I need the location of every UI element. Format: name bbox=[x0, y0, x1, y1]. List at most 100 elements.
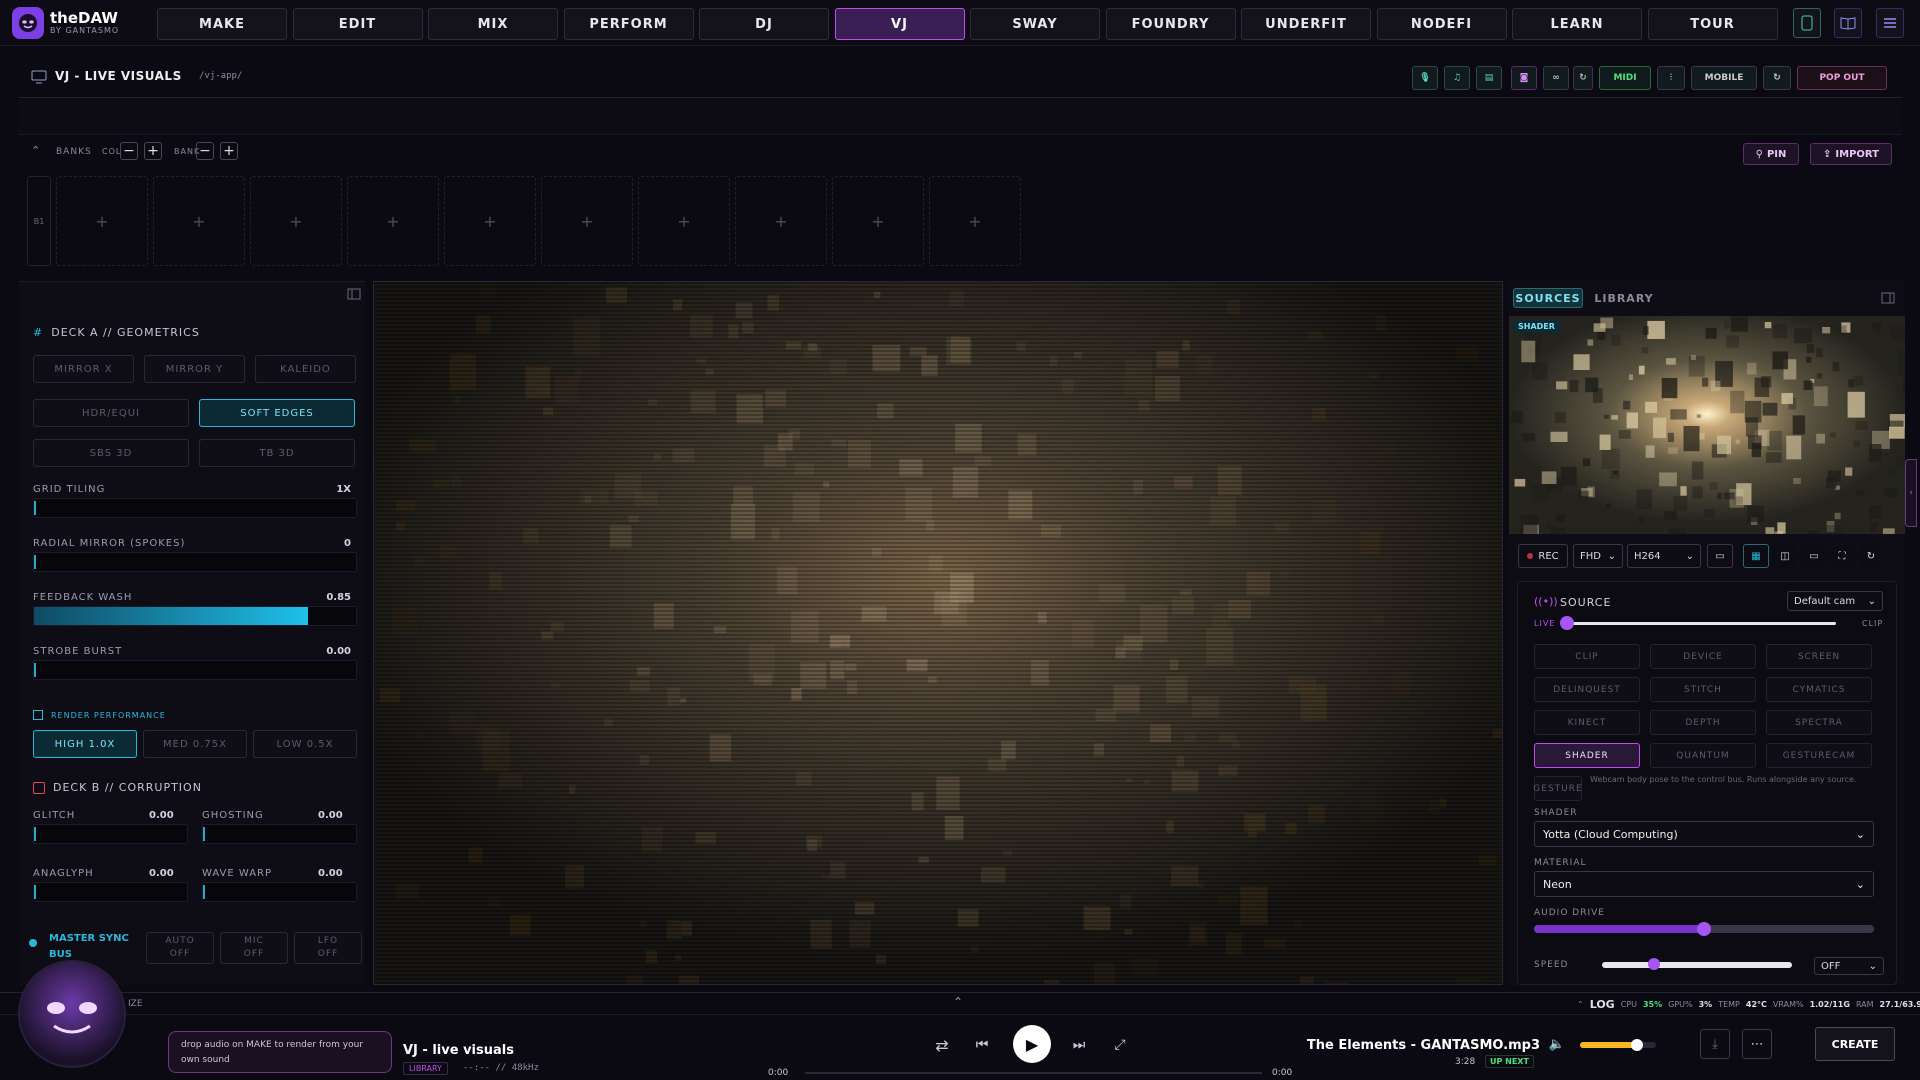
source-cymatics[interactable]: CYMATICS bbox=[1766, 677, 1872, 702]
gesture-button[interactable]: GESTURE bbox=[1533, 776, 1582, 801]
tab-dj[interactable]: DJ bbox=[699, 8, 829, 40]
source-screen[interactable]: SCREEN bbox=[1766, 644, 1872, 669]
refresh-button[interactable]: ↻ bbox=[1763, 66, 1791, 90]
music-button[interactable]: ♫ bbox=[1444, 66, 1470, 90]
bank-slot[interactable]: + bbox=[929, 176, 1021, 266]
layout-grid-button[interactable]: ▦ bbox=[1743, 544, 1769, 568]
source-spectra[interactable]: SPECTRA bbox=[1766, 710, 1872, 735]
mic-button[interactable]: 🎙 bbox=[1412, 66, 1438, 90]
more-button[interactable]: ⋯ bbox=[1742, 1029, 1772, 1059]
bank-plus-button[interactable]: + bbox=[220, 142, 238, 160]
midi-button[interactable]: MIDI bbox=[1599, 66, 1651, 90]
slider-wave-warp[interactable] bbox=[202, 882, 357, 902]
slider-radial-mirror-spokes-[interactable] bbox=[33, 552, 357, 572]
collapse-panel-icon[interactable] bbox=[347, 288, 361, 300]
source-quantum[interactable]: QUANTUM bbox=[1650, 743, 1756, 768]
sync-auto-off[interactable]: AUTO OFF bbox=[146, 932, 214, 964]
tab-make[interactable]: MAKE bbox=[157, 8, 287, 40]
slider-knob[interactable] bbox=[203, 827, 205, 841]
tab-vj[interactable]: VJ bbox=[834, 8, 965, 40]
slider-knob[interactable] bbox=[34, 555, 36, 569]
binoculars-button[interactable]: ∞ bbox=[1543, 66, 1569, 90]
bank-slot[interactable]: + bbox=[347, 176, 439, 266]
bank-slot[interactable]: + bbox=[735, 176, 827, 266]
expand-footer-icon[interactable]: ⌃ bbox=[953, 995, 963, 1009]
sync-small-button[interactable]: ↻ bbox=[1573, 66, 1593, 90]
layout-split-button[interactable]: ◫ bbox=[1772, 544, 1798, 568]
chevron-up-icon[interactable]: ⌃ bbox=[1577, 1000, 1584, 1009]
resolution-select[interactable]: FHD ⌄ bbox=[1573, 544, 1623, 568]
source-device[interactable]: DEVICE bbox=[1650, 644, 1756, 669]
next-button[interactable]: ⏭ bbox=[1069, 1035, 1089, 1055]
source-depth[interactable]: DEPTH bbox=[1650, 710, 1756, 735]
slider-knob[interactable] bbox=[203, 885, 205, 899]
source-clip[interactable]: CLIP bbox=[1534, 644, 1640, 669]
bank-slot[interactable]: + bbox=[56, 176, 148, 266]
toggle-sbs-3d[interactable]: SBS 3D bbox=[33, 439, 189, 467]
live-clip-slider[interactable] bbox=[1566, 622, 1836, 625]
sync-lfo-off[interactable]: LFO OFF bbox=[294, 932, 362, 964]
toggle-tb-3d[interactable]: TB 3D bbox=[199, 439, 355, 467]
book-icon[interactable] bbox=[1834, 8, 1862, 38]
shader-select[interactable]: Yotta (Cloud Computing) ⌄ bbox=[1534, 821, 1874, 847]
bank-slot[interactable]: + bbox=[541, 176, 633, 266]
import-button[interactable]: ⇪ IMPORT bbox=[1810, 143, 1892, 165]
bank-slot[interactable]: + bbox=[250, 176, 342, 266]
source-stitch[interactable]: STITCH bbox=[1650, 677, 1756, 702]
pin-button[interactable]: ⚲ PIN bbox=[1743, 143, 1799, 165]
live-clip-knob[interactable] bbox=[1560, 616, 1574, 630]
volume-knob[interactable] bbox=[1631, 1039, 1643, 1051]
slider-glitch[interactable] bbox=[33, 824, 188, 844]
camera-button[interactable]: ◙ bbox=[1511, 66, 1537, 90]
bank-slot[interactable]: + bbox=[832, 176, 924, 266]
chevron-up-icon[interactable]: ⌃ bbox=[31, 144, 40, 157]
source-shader[interactable]: SHADER bbox=[1534, 743, 1640, 768]
expand-button[interactable]: ⤢ bbox=[1110, 1035, 1130, 1055]
slider-label[interactable]: FEEDBACK WASH bbox=[33, 592, 132, 603]
col-minus-button[interactable]: − bbox=[120, 142, 138, 160]
create-button[interactable]: CREATE bbox=[1815, 1027, 1895, 1061]
slider-knob[interactable] bbox=[34, 885, 36, 899]
tab-perform[interactable]: PERFORM bbox=[563, 8, 694, 40]
tab-underfit[interactable]: UNDERFIT bbox=[1241, 8, 1371, 40]
pop-out-button[interactable]: POP OUT bbox=[1797, 66, 1887, 90]
bank-slot[interactable]: + bbox=[444, 176, 536, 266]
tab-learn[interactable]: LEARN bbox=[1512, 8, 1642, 40]
rec-button[interactable]: REC bbox=[1518, 544, 1568, 568]
display-button[interactable]: ▭ bbox=[1801, 544, 1827, 568]
checkbox-icon[interactable] bbox=[33, 710, 43, 720]
volume-button[interactable]: 🔈 bbox=[1548, 1035, 1566, 1053]
bank-slot[interactable]: + bbox=[153, 176, 245, 266]
slider-label[interactable]: RADIAL MIRROR (SPOKES) bbox=[33, 538, 185, 549]
toggle-hdr-equi[interactable]: HDR/EQUI bbox=[33, 399, 189, 427]
slider-knob[interactable] bbox=[34, 501, 36, 515]
library-badge[interactable]: LIBRARY bbox=[403, 1062, 448, 1075]
speed-track[interactable] bbox=[1602, 962, 1792, 968]
slider-label[interactable]: STROBE BURST bbox=[33, 646, 122, 657]
collapse-right-icon[interactable] bbox=[1881, 292, 1895, 304]
toggle-kaleido[interactable]: KALEIDO bbox=[255, 355, 356, 383]
slider-knob[interactable] bbox=[34, 827, 36, 841]
tab-nodefi[interactable]: NODEFI bbox=[1376, 8, 1507, 40]
previous-button[interactable]: ⏮ bbox=[972, 1035, 992, 1055]
drive-button[interactable]: ▤ bbox=[1476, 66, 1502, 90]
toggle-mirror-x[interactable]: MIRROR X bbox=[33, 355, 134, 383]
play-button[interactable]: ▶ bbox=[1013, 1025, 1051, 1063]
toggle-low-0-5x[interactable]: LOW 0.5X bbox=[253, 730, 357, 758]
mobile-button[interactable]: MOBILE bbox=[1691, 66, 1757, 90]
tab-foundry[interactable]: FOUNDRY bbox=[1105, 8, 1236, 40]
speed-knob[interactable] bbox=[1648, 958, 1660, 970]
tab-mix[interactable]: MIX bbox=[428, 8, 558, 40]
repeat-button[interactable]: ⇄ bbox=[932, 1035, 952, 1055]
up-next-badge[interactable]: UP NEXT bbox=[1485, 1055, 1534, 1068]
speed-select[interactable]: OFF ⌄ bbox=[1814, 957, 1884, 975]
fullscreen-button[interactable]: ⛶ bbox=[1829, 544, 1855, 568]
slider-label[interactable]: GRID TILING bbox=[33, 484, 105, 495]
camera-select[interactable]: Default cam ⌄ bbox=[1787, 591, 1883, 611]
bank-slot[interactable]: + bbox=[638, 176, 730, 266]
codec-select[interactable]: H264 ⌄ bbox=[1627, 544, 1701, 568]
slider-knob[interactable] bbox=[34, 663, 36, 677]
tab-sway[interactable]: SWAY bbox=[970, 8, 1100, 40]
seek-bar[interactable] bbox=[805, 1072, 1262, 1074]
tab-sources[interactable]: SOURCES bbox=[1513, 288, 1583, 308]
